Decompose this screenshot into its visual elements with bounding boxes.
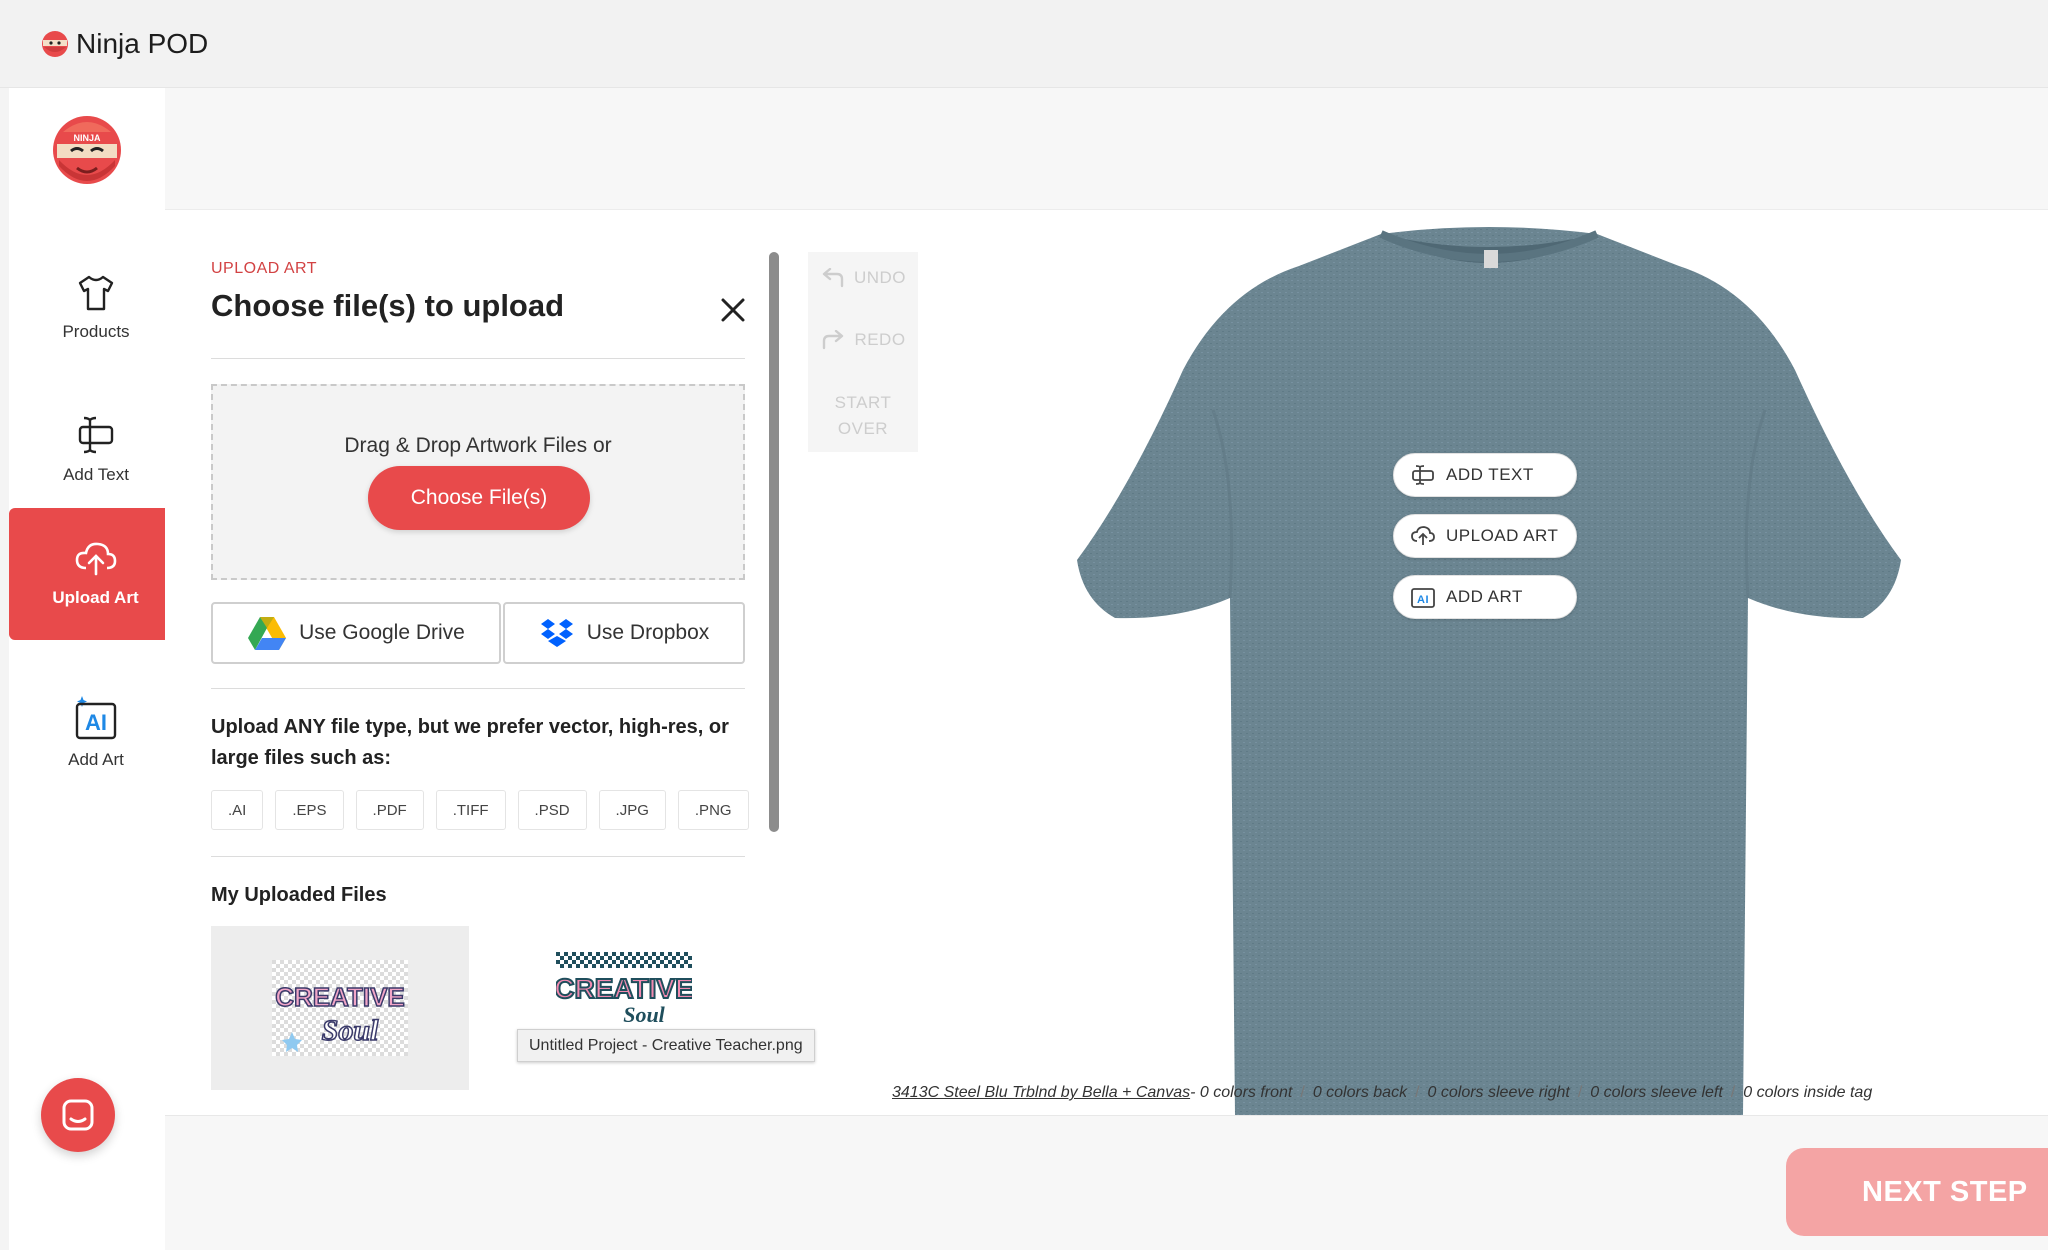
svg-text:AI: AI xyxy=(85,710,107,735)
undo-button[interactable]: UNDO xyxy=(808,268,918,288)
brand-name: Ninja POD xyxy=(76,27,209,59)
file-type-chip: .PSD xyxy=(517,790,587,830)
redo-label: REDO xyxy=(854,330,906,349)
divider xyxy=(211,688,745,689)
art-text-line1: CREATIVE xyxy=(275,982,405,1012)
ninja-logo-icon xyxy=(42,30,68,57)
quick-action-label: UPLOAD ART xyxy=(1446,526,1559,545)
product-detail: 0 colors sleeve left xyxy=(1590,1084,1723,1101)
file-name-tooltip: Untitled Project - Creative Teacher.png xyxy=(517,1029,815,1062)
file-type-chip: .PNG xyxy=(677,790,749,830)
file-dropzone[interactable]: Drag & Drop Artwork Files or Choose File… xyxy=(211,384,745,580)
start-over-button[interactable]: START OVER xyxy=(808,390,918,442)
file-type-chip: .JPG xyxy=(598,790,666,830)
chat-icon xyxy=(62,1099,94,1131)
product-link[interactable]: 3413C Steel Blu Trblnd by Bella + Canvas xyxy=(892,1084,1190,1101)
sidebar-item-products[interactable]: Products xyxy=(9,242,183,374)
panel-title: Choose file(s) to upload xyxy=(211,288,565,323)
sidebar-item-label: Add Text xyxy=(63,465,129,484)
top-bar: Ninja POD xyxy=(0,0,2048,88)
ai-sparkle-icon: AI xyxy=(75,696,117,740)
redo-icon xyxy=(823,330,844,350)
sidebar-item-upload-art[interactable]: Upload Art xyxy=(9,508,182,640)
sidebar-item-add-text[interactable]: Add Text xyxy=(9,384,183,516)
dropzone-text: Drag & Drop Artwork Files or xyxy=(344,434,612,457)
dropbox-icon xyxy=(540,619,573,647)
cloud-upload-icon xyxy=(75,542,116,576)
cloud-upload-icon xyxy=(1411,526,1435,545)
panel-scrollbar[interactable] xyxy=(769,252,779,832)
canvas-add-text-button[interactable]: ADD TEXT xyxy=(1393,453,1577,497)
file-type-chip: .TIFF xyxy=(435,790,506,830)
undo-label: UNDO xyxy=(853,268,907,287)
canvas-upload-art-button[interactable]: UPLOAD ART xyxy=(1393,514,1577,558)
footer-bar xyxy=(165,1115,2048,1250)
sidebar-item-label: Add Art xyxy=(68,750,124,769)
product-detail: - 0 colors front xyxy=(1190,1084,1293,1101)
creative-teacher-art: CREATIVE Soul xyxy=(556,952,692,1022)
creative-soul-art: CREATIVE Soul xyxy=(272,960,408,1056)
ai-sparkle-icon: AI xyxy=(1411,588,1435,608)
dropbox-button[interactable]: Use Dropbox xyxy=(503,602,745,664)
art-text-line1: CREATIVE xyxy=(556,973,692,1004)
divider xyxy=(211,358,745,359)
file-type-chip: .PDF xyxy=(355,790,424,830)
file-type-chip: .EPS xyxy=(275,790,344,830)
file-type-chip: .AI xyxy=(211,790,264,830)
choose-files-button[interactable]: Choose File(s) xyxy=(368,466,590,530)
redo-button[interactable]: REDO xyxy=(808,330,918,350)
product-info: 3413C Steel Blu Trblnd by Bella + Canvas… xyxy=(892,1084,1873,1101)
quick-action-label: ADD TEXT xyxy=(1446,465,1534,484)
sidebar-item-label: Upload Art xyxy=(52,588,139,607)
preferred-files-text: Upload ANY file type, but we prefer vect… xyxy=(211,716,729,769)
canvas-add-art-button[interactable]: AI ADD ART xyxy=(1393,575,1577,619)
tshirt-mockup xyxy=(1077,227,1901,1115)
sidebar-item-add-art[interactable]: AI Add Art xyxy=(9,666,183,798)
quick-action-label: ADD ART xyxy=(1446,587,1523,606)
design-canvas[interactable] xyxy=(785,210,2048,1115)
uploaded-files-title: My Uploaded Files xyxy=(211,884,387,906)
next-step-button[interactable]: NEXT STEP xyxy=(1786,1148,2048,1236)
header-band xyxy=(165,88,2048,210)
start-over-label-line1: START xyxy=(834,393,892,412)
tshirt-icon xyxy=(78,275,114,311)
file-type-list: .AI .EPS .PDF .TIFF .PSD .JPG .PNG xyxy=(211,790,749,830)
undo-icon xyxy=(822,268,844,288)
dropbox-label: Use Dropbox xyxy=(586,621,710,644)
history-controls: UNDO REDO START OVER xyxy=(808,252,918,452)
divider xyxy=(211,856,745,857)
text-cursor-icon xyxy=(78,416,114,454)
product-detail: 0 colors inside tag xyxy=(1743,1084,1873,1101)
close-icon[interactable] xyxy=(717,294,749,326)
ninja-mascot-icon[interactable]: NINJA xyxy=(51,110,123,190)
svg-text:AI: AI xyxy=(1417,594,1429,606)
product-detail: 0 colors sleeve right xyxy=(1427,1084,1570,1101)
google-drive-icon xyxy=(248,617,287,650)
google-drive-button[interactable]: Use Google Drive xyxy=(211,602,501,664)
text-cursor-icon xyxy=(1412,465,1434,485)
chat-button[interactable] xyxy=(41,1078,115,1152)
upload-art-panel: UPLOAD ART Choose file(s) to upload Drag… xyxy=(165,210,785,1115)
sidebar: NINJA Products Add Text Upload Art AI Ad… xyxy=(9,88,182,1250)
product-detail: 0 colors back xyxy=(1312,1084,1408,1101)
google-drive-label: Use Google Drive xyxy=(299,621,465,644)
art-text-line2: Soul xyxy=(623,1002,665,1022)
panel-eyebrow: UPLOAD ART xyxy=(211,260,318,277)
nav-logo-text: NINJA xyxy=(73,133,101,143)
art-text-line2: Soul xyxy=(322,1014,379,1047)
uploaded-file-thumbnail[interactable]: CREATIVE Soul xyxy=(495,926,753,1090)
start-over-label-line2: OVER xyxy=(837,419,889,438)
sidebar-item-label: Products xyxy=(62,322,130,341)
uploaded-file-thumbnail[interactable]: CREATIVE Soul xyxy=(211,926,469,1090)
